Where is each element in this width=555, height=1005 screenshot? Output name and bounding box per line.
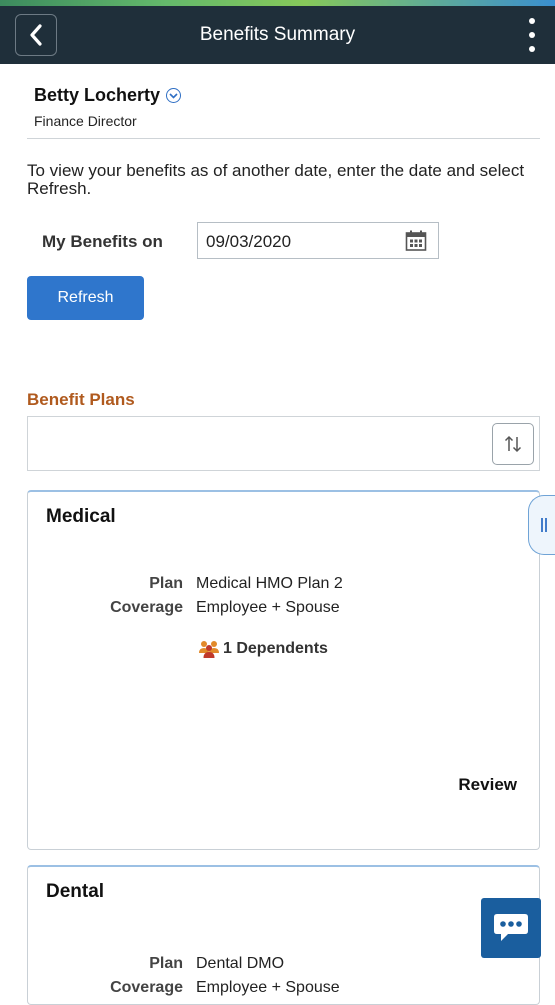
- benefit-plan-card-medical[interactable]: Medical Plan Medical HMO Plan 2 Coverage…: [27, 490, 540, 850]
- refresh-button[interactable]: Refresh: [27, 276, 144, 320]
- plan-label: Plan: [149, 955, 183, 972]
- plan-value: Dental DMO: [196, 955, 285, 972]
- dependents-count: 1 Dependents: [223, 640, 328, 657]
- app-header: Benefits Summary: [0, 6, 555, 64]
- sort-arrows-icon: [504, 435, 522, 453]
- benefit-plan-card-dental[interactable]: Dental Plan Dental DMO Coverage Employee…: [27, 865, 540, 1005]
- review-button[interactable]: Review: [458, 775, 517, 795]
- employee-name-row[interactable]: Betty Locherty: [34, 85, 182, 106]
- benefit-plans-heading: Benefit Plans: [27, 390, 135, 409]
- plan-card-title: Medical: [46, 506, 116, 527]
- kebab-menu-icon[interactable]: [525, 18, 539, 52]
- chat-bubble-icon: [494, 914, 528, 941]
- date-field-label: My Benefits on: [42, 232, 163, 251]
- benefits-date-input[interactable]: 09/03/2020: [197, 222, 439, 259]
- coverage-value: Employee + Spouse: [196, 979, 340, 996]
- coverage-label: Coverage: [110, 599, 183, 616]
- divider: [27, 138, 540, 139]
- people-icon: [199, 641, 219, 658]
- employee-job-title: Finance Director: [34, 113, 137, 129]
- sort-button[interactable]: [492, 423, 534, 465]
- plan-card-title: Dental: [46, 881, 105, 902]
- date-input-value: 09/03/2020: [206, 232, 292, 251]
- plan-label: Plan: [149, 575, 183, 592]
- side-panel-tab[interactable]: [528, 495, 555, 555]
- benefit-plans-toolbar: [27, 416, 540, 471]
- pause-tab-icon: [540, 518, 547, 532]
- coverage-value: Employee + Spouse: [196, 599, 340, 616]
- coverage-label: Coverage: [110, 979, 183, 996]
- chevron-down-circle-icon[interactable]: [166, 88, 182, 103]
- page-title: Benefits Summary: [199, 24, 356, 45]
- chat-button[interactable]: [481, 898, 541, 958]
- employee-name: Betty Locherty: [34, 85, 161, 105]
- plan-value: Medical HMO Plan 2: [196, 575, 343, 592]
- instruction-text: To view your benefits as of another date…: [27, 161, 525, 198]
- dependents-link[interactable]: 1 Dependents: [198, 640, 328, 658]
- calendar-icon[interactable]: [405, 230, 427, 257]
